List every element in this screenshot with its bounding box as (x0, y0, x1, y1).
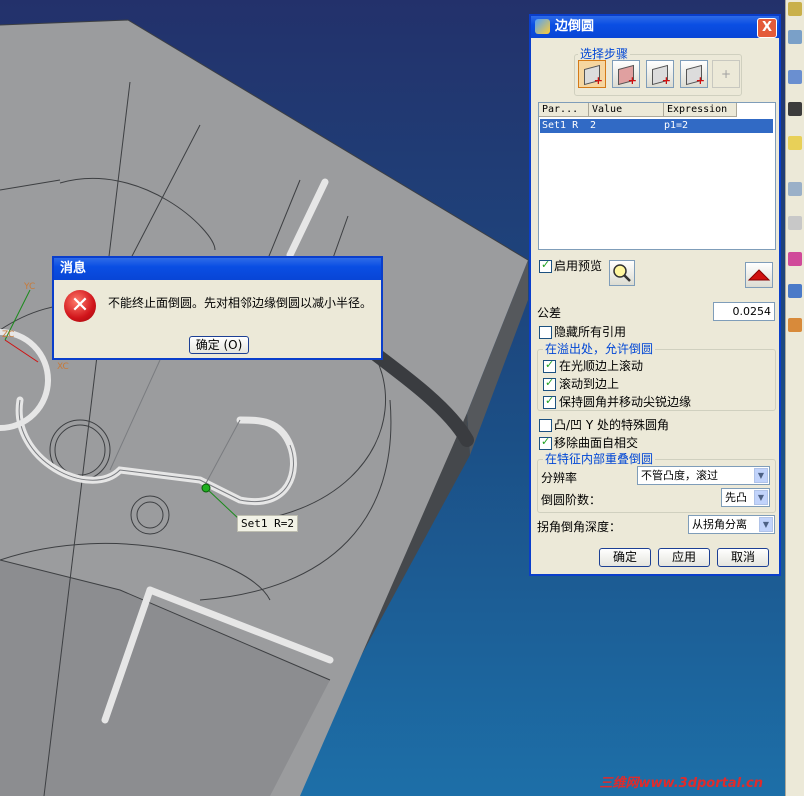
edge-radius-tag[interactable]: Set1 R=2 (237, 515, 298, 532)
order-select[interactable]: 先凸 ▼ (721, 488, 770, 507)
apply-button[interactable]: 应用 (658, 548, 710, 567)
edge-blend-icon (535, 19, 550, 34)
error-icon: ✕ (64, 290, 96, 322)
special-y-label: 凸/凹 Y 处的特殊圆角 (554, 418, 670, 432)
overflow-option-checkbox[interactable] (543, 358, 556, 373)
color-icon[interactable] (788, 252, 802, 266)
resource-bar (785, 0, 804, 796)
part-navigator-icon[interactable] (788, 30, 802, 44)
axis-label-xc: XC (57, 362, 69, 372)
hide-refs-checkbox[interactable] (539, 326, 552, 339)
overflow-option-label: 保持圆角并移动尖锐边缘 (559, 395, 692, 409)
add-point-icon[interactable]: + (712, 60, 740, 88)
cell-expression: p1=2 (664, 120, 689, 131)
overflow-option-checkbox[interactable] (543, 376, 556, 391)
variable-radius-icon[interactable]: + (612, 60, 640, 88)
preview-checkbox[interactable] (539, 258, 552, 273)
magnifier-icon (613, 264, 631, 282)
tolerance-label: 公差 (537, 306, 562, 320)
table-row[interactable]: Set1 R 2 p1=2 (540, 119, 773, 133)
order-value: 先凸 (725, 491, 747, 504)
stop-short-icon[interactable]: + (680, 60, 708, 88)
preview-zoom-button[interactable] (609, 260, 635, 286)
preview-label: 启用预览 (554, 259, 603, 273)
message-text: 不能终止面倒圆。先对相邻边缘倒圆以减小半径。 (108, 296, 373, 310)
message-dialog: 消息 ✕ 不能终止面倒圆。先对相邻边缘倒圆以减小半径。 确定 (O) (52, 256, 383, 360)
ok-button[interactable]: 确定 (599, 548, 651, 567)
edge-blend-dialog: 边倒圆 X 选择步骤 + + + + + Par... Value Expres… (529, 14, 781, 576)
resolution-select[interactable]: 不管凸度，滚过 ▼ (637, 466, 770, 485)
edge-select-icon[interactable]: + (578, 60, 606, 88)
history-icon[interactable] (788, 70, 802, 84)
message-title: 消息 (54, 258, 381, 280)
corner-setback-icon[interactable]: + (646, 60, 674, 88)
col-header-value[interactable]: Value (589, 103, 664, 117)
corner-depth-select[interactable]: 从拐角分离 ▼ (688, 515, 775, 534)
tolerance-input[interactable]: 0.0254 (713, 302, 775, 321)
assembly-navigator-icon[interactable] (788, 2, 802, 16)
axis-label-yc: YC (24, 282, 36, 292)
col-header-param[interactable]: Par... (539, 103, 589, 117)
chevron-down-icon: ▼ (754, 468, 768, 483)
cell-value: 2 (590, 120, 597, 131)
tools-icon[interactable] (788, 284, 802, 298)
cell-param: Set1 R (542, 120, 579, 131)
col-header-expression[interactable]: Expression (664, 103, 737, 117)
resolution-value: 不管凸度，滚过 (641, 469, 718, 482)
overlap-group-label: 在特征内部重叠倒圆 (543, 450, 656, 467)
remove-self-checkbox[interactable] (539, 435, 552, 450)
chevron-down-icon: ▼ (754, 490, 768, 505)
ok-button[interactable]: 确定 (O) (189, 336, 249, 354)
help-icon[interactable] (788, 136, 802, 150)
collapse-button[interactable] (745, 262, 773, 288)
axis-label-zc: ZC (2, 330, 15, 340)
special-y-checkbox[interactable] (539, 419, 552, 432)
overflow-option-label: 滚动到边上 (559, 377, 620, 391)
overflow-group-label: 在溢出处，允许倒圆 (543, 340, 656, 357)
remove-self-label: 移除曲面自相交 (554, 436, 639, 450)
roles-icon[interactable] (788, 102, 802, 116)
dialog-titlebar: 边倒圆 X (531, 16, 779, 38)
order-label: 倒圆阶数： (541, 493, 602, 507)
watermark: 三维网www.3dportal.cn (599, 776, 763, 791)
corner-depth-label: 拐角倒角深度： (537, 520, 622, 534)
triangle-up-icon (747, 269, 771, 281)
cancel-button[interactable]: 取消 (717, 548, 769, 567)
users-icon[interactable] (788, 318, 802, 332)
chevron-down-icon: ▼ (759, 517, 773, 532)
overflow-option-label: 在光顺边上滚动 (559, 359, 644, 373)
close-button[interactable]: X (757, 18, 777, 38)
hide-refs-label: 隐藏所有引用 (554, 325, 627, 339)
palette-icon[interactable] (788, 216, 802, 230)
corner-depth-value: 从拐角分离 (692, 518, 747, 531)
overflow-option-checkbox[interactable] (543, 394, 556, 409)
resolution-label: 分辨率 (541, 471, 578, 485)
parameter-table[interactable]: Par... Value Expression Set1 R 2 p1=2 (538, 102, 776, 250)
dialog-title: 边倒圆 (555, 19, 595, 34)
clock-icon[interactable] (788, 182, 802, 196)
